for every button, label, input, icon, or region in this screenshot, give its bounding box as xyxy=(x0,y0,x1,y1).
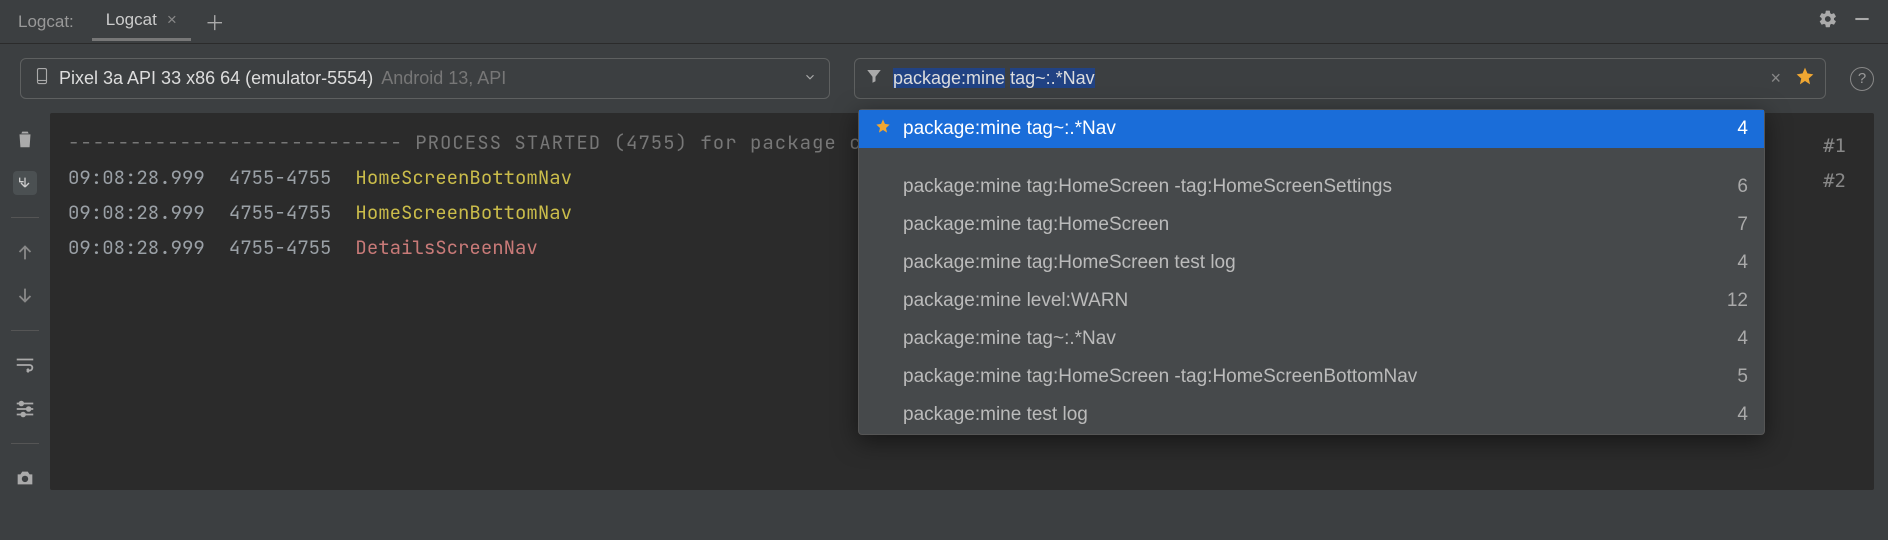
tab-label: Logcat xyxy=(106,10,157,30)
suggestion-item[interactable]: package:mine tag~:.*Nav 4 xyxy=(859,320,1764,358)
filter-icon xyxy=(865,67,883,90)
tab-logcat[interactable]: Logcat × xyxy=(92,2,191,41)
gear-icon[interactable] xyxy=(1818,9,1838,34)
suggestion-item[interactable]: package:mine tag:HomeScreen -tag:HomeScr… xyxy=(859,358,1764,396)
suggestion-count: 4 xyxy=(1727,404,1748,426)
log-pid: 4755-4755 xyxy=(229,230,332,265)
log-tag: DetailsScreenNav xyxy=(355,230,537,265)
suggestion-text: package:mine tag:HomeScreen -tag:HomeScr… xyxy=(903,176,1717,198)
log-markers: #1 #2 xyxy=(1823,129,1846,199)
log-timestamp: 09:08:28.999 xyxy=(68,230,205,265)
help-icon[interactable]: ? xyxy=(1850,67,1874,91)
suggestion-text: package:mine tag:HomeScreen -tag:HomeScr… xyxy=(903,366,1717,388)
wrap-icon[interactable] xyxy=(13,353,37,377)
filter-suggestions-popup: package:mine tag~:.*Nav4package:mine tag… xyxy=(858,109,1765,435)
star-icon xyxy=(875,118,893,140)
scroll-end-icon[interactable] xyxy=(13,171,37,195)
log-timestamp: 09:08:28.999 xyxy=(68,160,205,195)
suggestion-item[interactable]: package:mine tag:HomeScreen -tag:HomeScr… xyxy=(859,168,1764,206)
device-selector[interactable]: Pixel 3a API 33 x86 64 (emulator-5554) A… xyxy=(20,58,830,99)
suggestion-item[interactable]: package:mine tag:HomeScreen 7 xyxy=(859,206,1764,244)
suggestion-count: 4 xyxy=(1727,252,1748,274)
suggestion-item[interactable]: package:mine tag~:.*Nav 4 xyxy=(859,110,1764,148)
add-tab-button[interactable]: ＋ xyxy=(191,7,239,36)
camera-icon[interactable] xyxy=(13,466,37,490)
device-name: Pixel 3a API 33 x86 64 (emulator-5554) xyxy=(59,68,373,89)
suggestion-text: package:mine tag~:.*Nav xyxy=(903,118,1717,140)
suggestion-text: package:mine level:WARN xyxy=(903,290,1707,312)
suggestion-text: package:mine tag:HomeScreen test log xyxy=(903,252,1717,274)
suggestion-item[interactable]: package:mine level:WARN 12 xyxy=(859,282,1764,320)
suggestion-count: 4 xyxy=(1727,118,1748,140)
sliders-icon[interactable] xyxy=(13,397,37,421)
star-icon[interactable] xyxy=(1795,66,1815,91)
suggestion-text: package:mine test log xyxy=(903,404,1717,426)
device-os: Android 13, API xyxy=(381,68,506,89)
minimize-icon[interactable] xyxy=(1852,9,1872,34)
chevron-down-icon xyxy=(803,68,817,89)
log-pid: 4755-4755 xyxy=(229,160,332,195)
panel-header: Logcat: Logcat × ＋ xyxy=(0,0,1888,44)
log-timestamp: 09:08:28.999 xyxy=(68,195,205,230)
marker-2: #2 xyxy=(1823,164,1846,199)
suggestion-count: 6 xyxy=(1727,176,1748,198)
suggestion-item[interactable]: package:mine tag:HomeScreen test log 4 xyxy=(859,244,1764,282)
suggestion-count: 5 xyxy=(1727,366,1748,388)
logcat-toolbar: Pixel 3a API 33 x86 64 (emulator-5554) A… xyxy=(0,44,1888,113)
tab-bar: Logcat × ＋ xyxy=(92,2,239,41)
suggestion-text: package:mine tag:HomeScreen xyxy=(903,214,1717,236)
filter-text: package:mine tag~:.*Nav xyxy=(893,68,1095,89)
suggestion-count: 12 xyxy=(1717,290,1748,312)
suggestion-text: package:mine tag~:.*Nav xyxy=(903,328,1717,350)
filter-token-1: package:mine xyxy=(893,68,1005,88)
filter-token-2: tag~:.*Nav xyxy=(1010,68,1095,88)
arrow-down-icon[interactable] xyxy=(13,284,37,308)
device-icon xyxy=(33,67,51,90)
suggestion-count: 4 xyxy=(1727,328,1748,350)
log-pid: 4755-4755 xyxy=(229,195,332,230)
clear-filter-button[interactable]: × xyxy=(1766,68,1785,89)
log-tag: HomeScreenBottomNav xyxy=(355,160,572,195)
marker-1: #1 xyxy=(1823,129,1846,164)
trash-icon[interactable] xyxy=(13,127,37,151)
close-icon[interactable]: × xyxy=(167,10,177,30)
left-rail xyxy=(0,113,50,490)
suggestion-count: 7 xyxy=(1727,214,1748,236)
arrow-up-icon[interactable] xyxy=(13,240,37,264)
suggestion-item[interactable]: package:mine test log 4 xyxy=(859,396,1764,434)
log-tag: HomeScreenBottomNav xyxy=(355,195,572,230)
filter-input[interactable]: package:mine tag~:.*Nav × xyxy=(854,58,1826,99)
panel-title: Logcat: xyxy=(8,12,84,32)
